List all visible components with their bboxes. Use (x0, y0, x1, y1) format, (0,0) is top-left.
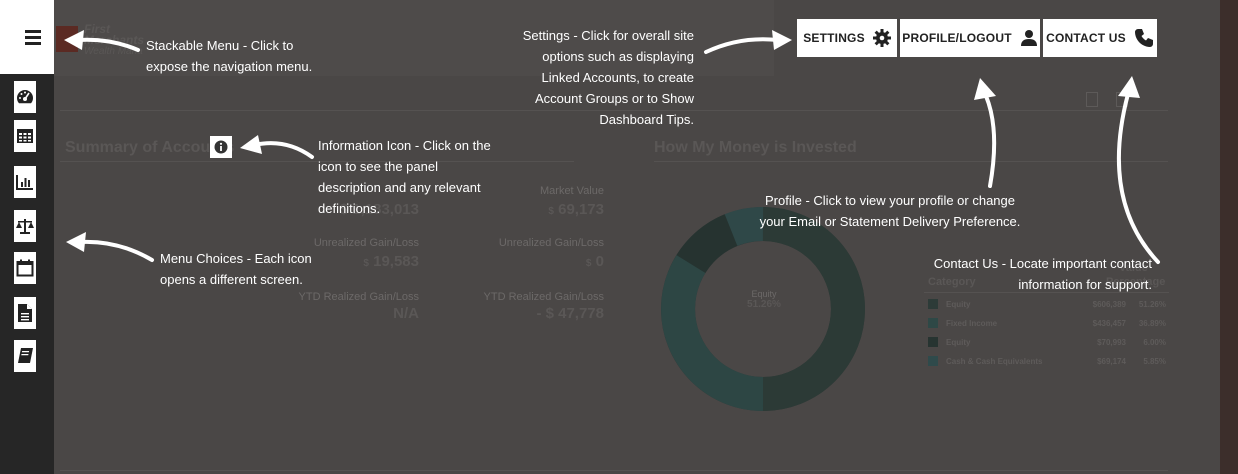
market-value: $ 69,173 (484, 201, 604, 218)
unrealized-label-right: Unrealized Gain/Loss (498, 237, 604, 249)
dashboard-icon[interactable] (14, 81, 36, 113)
legend-swatch (928, 299, 938, 309)
donut-center-label: Equity (751, 289, 777, 299)
calendar-icon-svg (16, 259, 34, 277)
annotation-line: information for support. (1018, 277, 1152, 292)
annotation-line: Linked Accounts, to create (541, 70, 694, 85)
contact-us-button[interactable]: CONTACT US (1043, 19, 1157, 57)
legend-percentage: 6.00% (1143, 338, 1166, 347)
settings-button-label: SETTINGS (803, 31, 865, 45)
unrealized-right-amount: 0 (595, 253, 604, 270)
legend-value: $436,457 (1092, 319, 1126, 328)
unrealized-total-amount: 19,583 (373, 253, 419, 270)
invested-divider (654, 161, 1168, 162)
annotation-line: Settings - Click for overall site (522, 28, 694, 43)
annotation-profile: Profile - Click to view your profile or … (730, 190, 1050, 232)
print-icon[interactable] (1116, 92, 1128, 107)
legend-category-label: Equity (946, 300, 971, 309)
book-icon[interactable] (14, 340, 36, 372)
logo-line-3: Wealth Mana (84, 46, 143, 57)
annotation-line: Profile - Click to view your profile or … (765, 193, 1015, 208)
legend-percentage: 5.85% (1143, 357, 1166, 366)
legend-category-label: Equity (946, 338, 971, 347)
hamburger-bar (25, 42, 41, 45)
annotation-info-icon: Information Icon - Click on the icon to … (318, 135, 491, 219)
donut-segment-fixed-income (661, 255, 764, 411)
annotation-line: options such as displaying (542, 49, 694, 64)
pdf-export-icon[interactable] (1086, 92, 1098, 107)
annotation-line: Stackable Menu - Click to (146, 38, 294, 53)
document-icon-svg (18, 304, 32, 322)
annotation-menu-choices: Menu Choices - Each icon opens a differe… (160, 248, 312, 290)
annotation-line: expose the navigation menu. (146, 59, 313, 74)
annotation-line: icon to see the panel (318, 159, 438, 174)
table-grid-icon-svg (17, 129, 33, 143)
hamburger-bar (25, 30, 41, 33)
calendar-icon[interactable] (14, 252, 36, 284)
logo-mark (56, 26, 78, 52)
donut-segment-equity-2 (676, 214, 739, 274)
annotation-contact-us: Contact Us - Locate important contact in… (920, 253, 1152, 295)
legend-percentage: 36.89% (1138, 319, 1166, 328)
annotation-line: your Email or Statement Delivery Prefere… (759, 214, 1021, 229)
document-icon[interactable] (14, 297, 36, 329)
annotation-line: Contact Us - Locate important contact (933, 256, 1152, 271)
annotation-line: Information Icon - Click on the (318, 138, 491, 153)
legend-swatch (928, 337, 938, 347)
hamburger-menu-button[interactable] (0, 0, 54, 74)
bottom-divider (60, 470, 1168, 471)
annotation-line: description and any relevant (318, 180, 481, 195)
ytd-left-value: N/A (393, 305, 419, 322)
profile-logout-button[interactable]: PROFILE/LOGOUT (900, 19, 1040, 57)
market-value-amount: 69,173 (558, 201, 604, 218)
annotation-line: Account Groups or to Show (535, 91, 694, 106)
sidebar-nav (0, 0, 54, 474)
user-icon (1020, 30, 1037, 46)
annotation-line: Menu Choices - Each icon (160, 251, 312, 266)
contact-button-label: CONTACT US (1046, 31, 1126, 45)
balance-scale-icon[interactable] (14, 210, 36, 242)
annotation-line: definitions. (318, 201, 381, 216)
donut-center-value: 51.26% (747, 299, 781, 310)
legend-swatch (928, 356, 938, 366)
annotation-line: opens a different screen. (160, 272, 303, 287)
phone-icon (1134, 29, 1153, 47)
book-icon-svg (18, 348, 33, 363)
ytd-label-right: YTD Realized Gain/Loss (483, 291, 604, 303)
summary-title: Summary of Accounts (65, 139, 235, 156)
dashboard-icon-svg (17, 90, 33, 104)
hamburger-bar (25, 36, 41, 39)
legend-swatch (928, 318, 938, 328)
table-grid-icon[interactable] (14, 120, 36, 152)
gear-icon (872, 29, 891, 47)
balance-scale-icon-svg (16, 219, 34, 234)
settings-button[interactable]: SETTINGS (797, 19, 897, 57)
bar-chart-icon-svg (16, 175, 33, 190)
right-edge-strip (1220, 0, 1238, 474)
ytd-label-left: YTD Realized Gain/Loss (298, 291, 419, 303)
unrealized-right: $ 0 (484, 253, 604, 270)
legend-value: $69,174 (1097, 357, 1126, 366)
summary-divider (60, 161, 574, 162)
legend-category-label: Cash & Cash Equivalents (946, 357, 1043, 366)
currency-symbol: $ (548, 206, 554, 217)
annotation-settings: Settings - Click for overall site option… (490, 25, 694, 130)
legend-category-label: Fixed Income (946, 319, 998, 328)
info-button[interactable] (210, 136, 232, 158)
currency-symbol: $ (363, 258, 369, 269)
annotation-stackable-menu: Stackable Menu - Click to expose the nav… (146, 35, 312, 77)
logo-text: First Merchants Wealth Mana (84, 23, 145, 57)
legend-value: $606,389 (1092, 300, 1126, 309)
annotation-line: Dashboard Tips. (599, 112, 694, 127)
profile-button-label: PROFILE/LOGOUT (902, 31, 1012, 45)
currency-symbol: $ (585, 258, 592, 269)
logo-line-2: Merchants (84, 33, 145, 47)
invested-title: How My Money is Invested (654, 139, 857, 156)
bar-chart-icon[interactable] (14, 166, 36, 198)
ytd-right-value: - $ 47,778 (536, 305, 604, 322)
info-icon (214, 140, 228, 154)
legend-percentage: 51.26% (1138, 300, 1166, 309)
legend-value: $70,993 (1097, 338, 1126, 347)
